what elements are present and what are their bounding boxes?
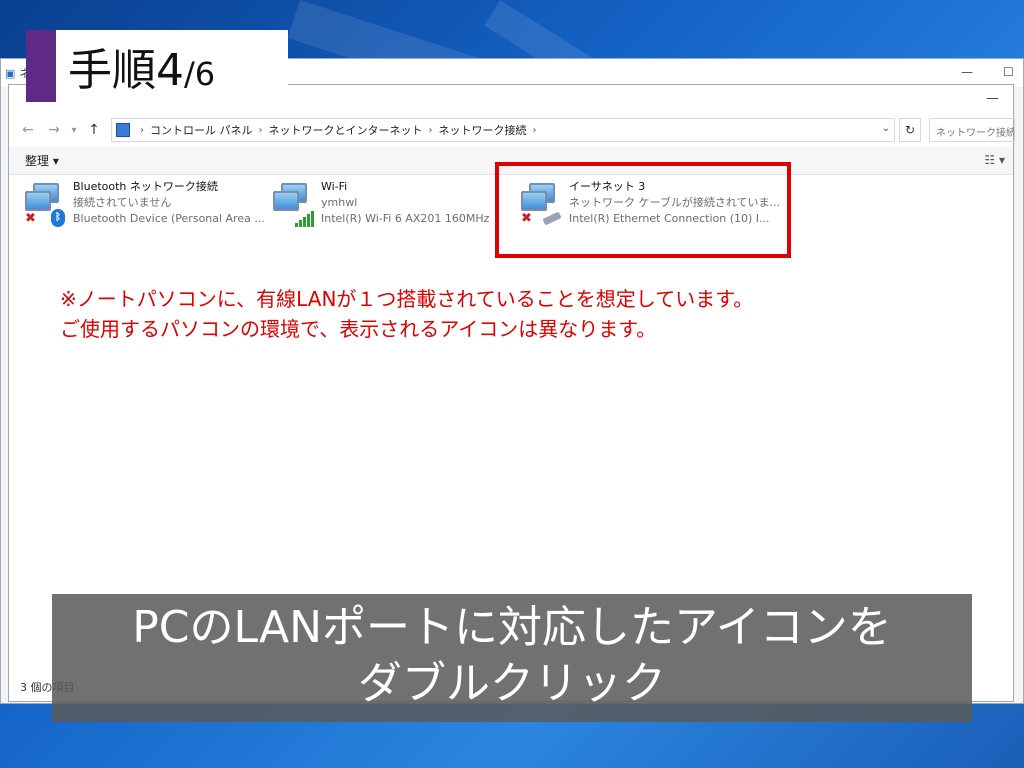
maximize-icon[interactable]: ☐ <box>1003 65 1014 79</box>
organize-button[interactable]: 整理 ▾ <box>25 152 59 169</box>
connection-name: Wi-Fi <box>321 180 348 193</box>
view-options-icon[interactable]: ☷ ▾ <box>984 153 1005 167</box>
up-arrow-icon[interactable]: ↑ <box>81 122 107 138</box>
minimize-icon[interactable]: — <box>961 65 973 79</box>
back-window-icon: ▣ <box>5 66 16 80</box>
breadcrumb-control-panel[interactable]: コントロール パネル <box>150 122 253 138</box>
forward-arrow-icon[interactable]: → <box>41 122 67 138</box>
connection-bluetooth[interactable]: ✖ ᛒ Bluetooth ネットワーク接続 接続されていません Bluetoo… <box>25 179 265 235</box>
step-main: 手順4 <box>68 45 184 96</box>
connection-device: Intel(R) Wi-Fi 6 AX201 160MHz <box>321 212 490 225</box>
note-line-1: ※ノートパソコンに、有線LANが１つ搭載されていることを想定しています。 <box>60 287 754 311</box>
chevron-right-icon[interactable]: › <box>140 125 144 136</box>
breadcrumb-network-connections[interactable]: ネットワーク接続 <box>439 122 527 138</box>
note-line-2: ご使用するパソコンの環境で、表示されるアイコンは異なります。 <box>60 317 657 341</box>
step-label: 手順4/6 <box>26 30 288 102</box>
environment-note: ※ノートパソコンに、有線LANが１つ搭載されていることを想定しています。 ご使用… <box>60 284 753 344</box>
signal-strength-icon <box>295 211 314 227</box>
connection-name: Bluetooth ネットワーク接続 <box>73 180 218 193</box>
chevron-right-icon[interactable]: › <box>259 125 263 136</box>
search-input[interactable]: ネットワーク接続の検 <box>929 118 1015 142</box>
caption-line-1: PCのLANポートに対応したアイコンを <box>132 602 892 653</box>
minimize-icon[interactable]: — <box>986 91 999 106</box>
navigation-bar: ← → ▾ ↑ › コントロール パネル › ネットワークとインターネット › … <box>9 116 1015 144</box>
connection-status: 接続されていません <box>73 196 172 209</box>
wifi-network-icon <box>273 179 319 229</box>
disconnected-x-icon: ✖ <box>25 211 36 226</box>
chevron-right-icon[interactable]: › <box>429 125 433 136</box>
bluetooth-network-icon: ✖ ᛒ <box>25 179 71 229</box>
refresh-button[interactable]: ↻ <box>899 118 921 142</box>
chevron-down-icon[interactable]: ⌄ <box>882 123 890 134</box>
bluetooth-icon: ᛒ <box>51 209 65 227</box>
address-bar[interactable]: › コントロール パネル › ネットワークとインターネット › ネットワーク接続… <box>111 118 895 142</box>
caption-line-2: ダブルクリック <box>358 658 666 709</box>
chevron-right-icon[interactable]: › <box>533 125 537 136</box>
connection-status: ymhwl <box>321 196 358 209</box>
control-panel-icon <box>116 123 130 137</box>
connection-device: Bluetooth Device (Personal Area ... <box>73 212 265 225</box>
ethernet-highlight-box <box>495 162 791 258</box>
step-text: 手順4/6 <box>56 34 215 98</box>
step-accent-bar <box>26 30 56 102</box>
back-arrow-icon[interactable]: ← <box>15 122 41 138</box>
step-total: /6 <box>184 55 216 93</box>
instruction-caption: PCのLANポートに対応したアイコンを ダブルクリック <box>52 594 972 722</box>
breadcrumb-network-internet[interactable]: ネットワークとインターネット <box>269 122 423 138</box>
connection-wifi[interactable]: Wi-Fi ymhwl Intel(R) Wi-Fi 6 AX201 160MH… <box>273 179 489 235</box>
recent-dropdown-icon[interactable]: ▾ <box>67 125 81 136</box>
